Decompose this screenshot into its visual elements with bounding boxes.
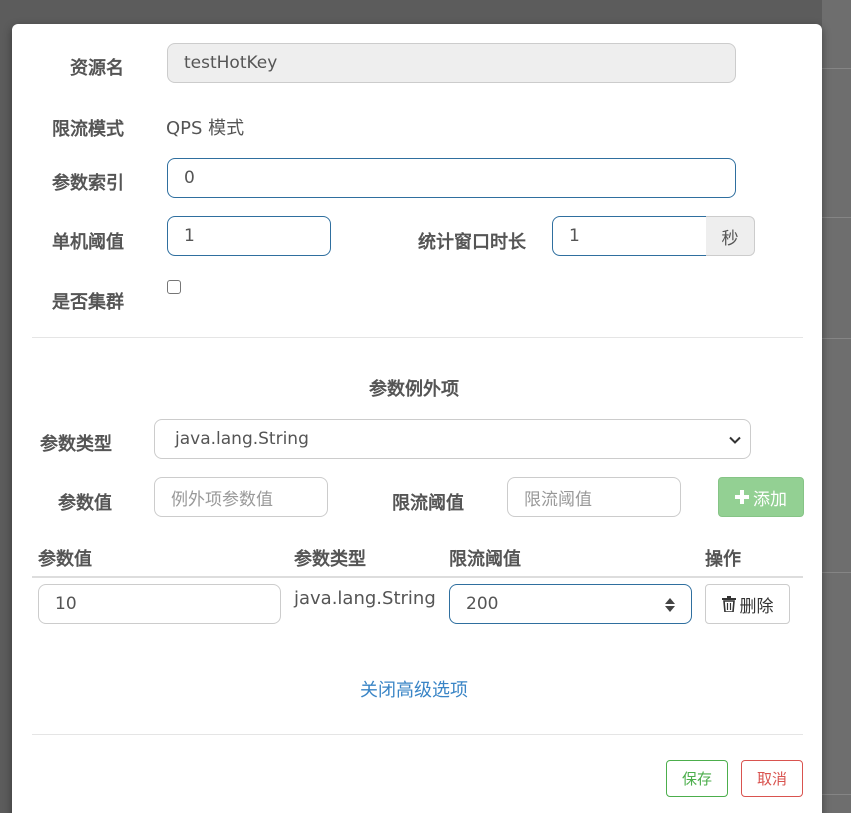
exception-threshold-label: 限流阈值 (392, 493, 464, 514)
exception-threshold-input[interactable]: 限流阈值 (507, 477, 681, 517)
trash-icon (721, 596, 736, 612)
cluster-checkbox[interactable] (167, 280, 181, 294)
row-value-input[interactable]: 10 (38, 584, 281, 624)
resource-label: 资源名 (70, 58, 124, 79)
table-header-type: 参数类型 (294, 549, 366, 570)
backdrop-strip (822, 0, 851, 813)
mode-label: 限流模式 (52, 119, 124, 140)
row-threshold-value: 200 (466, 594, 499, 614)
table-header-value: 参数值 (38, 549, 92, 570)
delete-button-label: 删除 (739, 596, 774, 617)
plus-icon (735, 490, 749, 504)
cluster-label: 是否集群 (52, 292, 124, 313)
table-header-action: 操作 (705, 549, 741, 570)
window-unit-addon: 秒 (706, 216, 755, 256)
cancel-button[interactable]: 取消 (741, 760, 803, 797)
single-threshold-label: 单机阈值 (52, 232, 124, 253)
chevron-down-icon (729, 436, 741, 444)
add-exception-button[interactable]: 添加 (718, 477, 804, 517)
table-header-threshold: 限流阈值 (449, 549, 521, 570)
close-advanced-options-link[interactable]: 关闭高级选项 (360, 676, 468, 702)
window-label: 统计窗口时长 (418, 232, 526, 253)
param-type-selected: java.lang.String (175, 429, 309, 449)
param-index-input[interactable]: 0 (167, 158, 736, 198)
row-threshold-input[interactable]: 200 (449, 584, 692, 624)
exception-value-label: 参数值 (58, 493, 112, 514)
spinner-arrows-icon[interactable] (663, 596, 677, 614)
save-button[interactable]: 保存 (666, 760, 728, 797)
add-button-label: 添加 (753, 489, 787, 510)
table-header-divider (32, 576, 803, 578)
delete-row-button[interactable]: 删除 (705, 584, 790, 624)
single-threshold-input[interactable]: 1 (167, 216, 331, 256)
footer-divider (32, 734, 803, 735)
param-type-label: 参数类型 (40, 434, 112, 455)
param-index-label: 参数索引 (52, 173, 124, 194)
param-type-select[interactable]: java.lang.String (154, 419, 751, 459)
exception-value-input[interactable]: 例外项参数值 (154, 477, 328, 517)
exception-section-title: 参数例外项 (369, 379, 459, 400)
divider (32, 337, 803, 338)
hot-param-rule-dialog: 资源名 testHotKey 限流模式 QPS 模式 参数索引 0 单机阈值 1… (12, 24, 822, 813)
window-input[interactable]: 1 (552, 216, 707, 256)
mode-value: QPS 模式 (166, 118, 245, 139)
resource-name-field[interactable]: testHotKey (167, 43, 736, 83)
row-type: java.lang.String (294, 588, 436, 609)
